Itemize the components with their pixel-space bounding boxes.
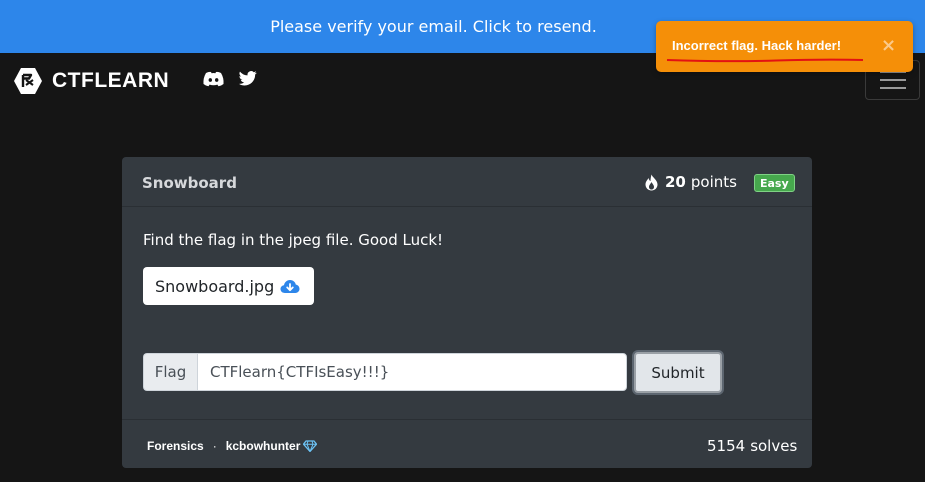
cloud-download-icon — [280, 279, 300, 294]
flag-input-group: Flag — [143, 353, 627, 391]
verify-email-text: Please verify your email. Click to resen… — [270, 17, 597, 36]
toast-message: Incorrect flag. Hack harder! — [672, 38, 842, 53]
challenge-card: Snowboard 20 points Easy Find the flag i… — [122, 157, 812, 468]
discord-link[interactable] — [203, 71, 224, 87]
card-footer: Forensics · kcbowhunter 5154 solves — [122, 419, 812, 468]
separator: · — [212, 439, 217, 453]
solves-count: 5154 solves — [707, 437, 797, 455]
flag-input[interactable] — [197, 353, 627, 391]
brand[interactable]: CTFLEARN — [14, 67, 169, 95]
twitter-link[interactable] — [239, 71, 257, 86]
flag-label: Flag — [143, 353, 197, 391]
fire-icon — [645, 174, 658, 190]
error-toast: Incorrect flag. Hack harder! × — [656, 21, 913, 72]
toast-underline-annotation — [666, 58, 864, 63]
author-link[interactable]: kcbowhunter — [226, 439, 301, 453]
challenge-meta: Forensics · kcbowhunter — [147, 439, 318, 453]
menu-icon-bar — [879, 79, 906, 81]
challenge-description: Find the flag in the jpeg file. Good Luc… — [143, 231, 444, 249]
ctflearn-logo-icon — [14, 68, 42, 94]
solves-number: 5154 — [707, 437, 746, 455]
diamond-icon — [303, 440, 318, 452]
twitter-icon — [239, 71, 257, 86]
card-header: Snowboard 20 points Easy — [122, 157, 812, 207]
menu-icon-bar — [879, 87, 906, 89]
challenge-title: Snowboard — [142, 174, 237, 192]
solves-label: solves — [750, 437, 798, 455]
submit-button[interactable]: Submit — [634, 352, 722, 393]
points-value: 20 — [665, 173, 686, 191]
points-display: 20 points — [644, 173, 737, 191]
file-name: Snowboard.jpg — [155, 276, 275, 296]
close-icon[interactable]: × — [881, 35, 896, 56]
category-link[interactable]: Forensics — [147, 439, 204, 453]
discord-icon — [203, 71, 224, 87]
difficulty-badge: Easy — [754, 174, 795, 192]
brand-name: CTFLEARN — [52, 69, 170, 92]
points-label: points — [690, 173, 737, 191]
download-file-button[interactable]: Snowboard.jpg — [143, 267, 314, 305]
